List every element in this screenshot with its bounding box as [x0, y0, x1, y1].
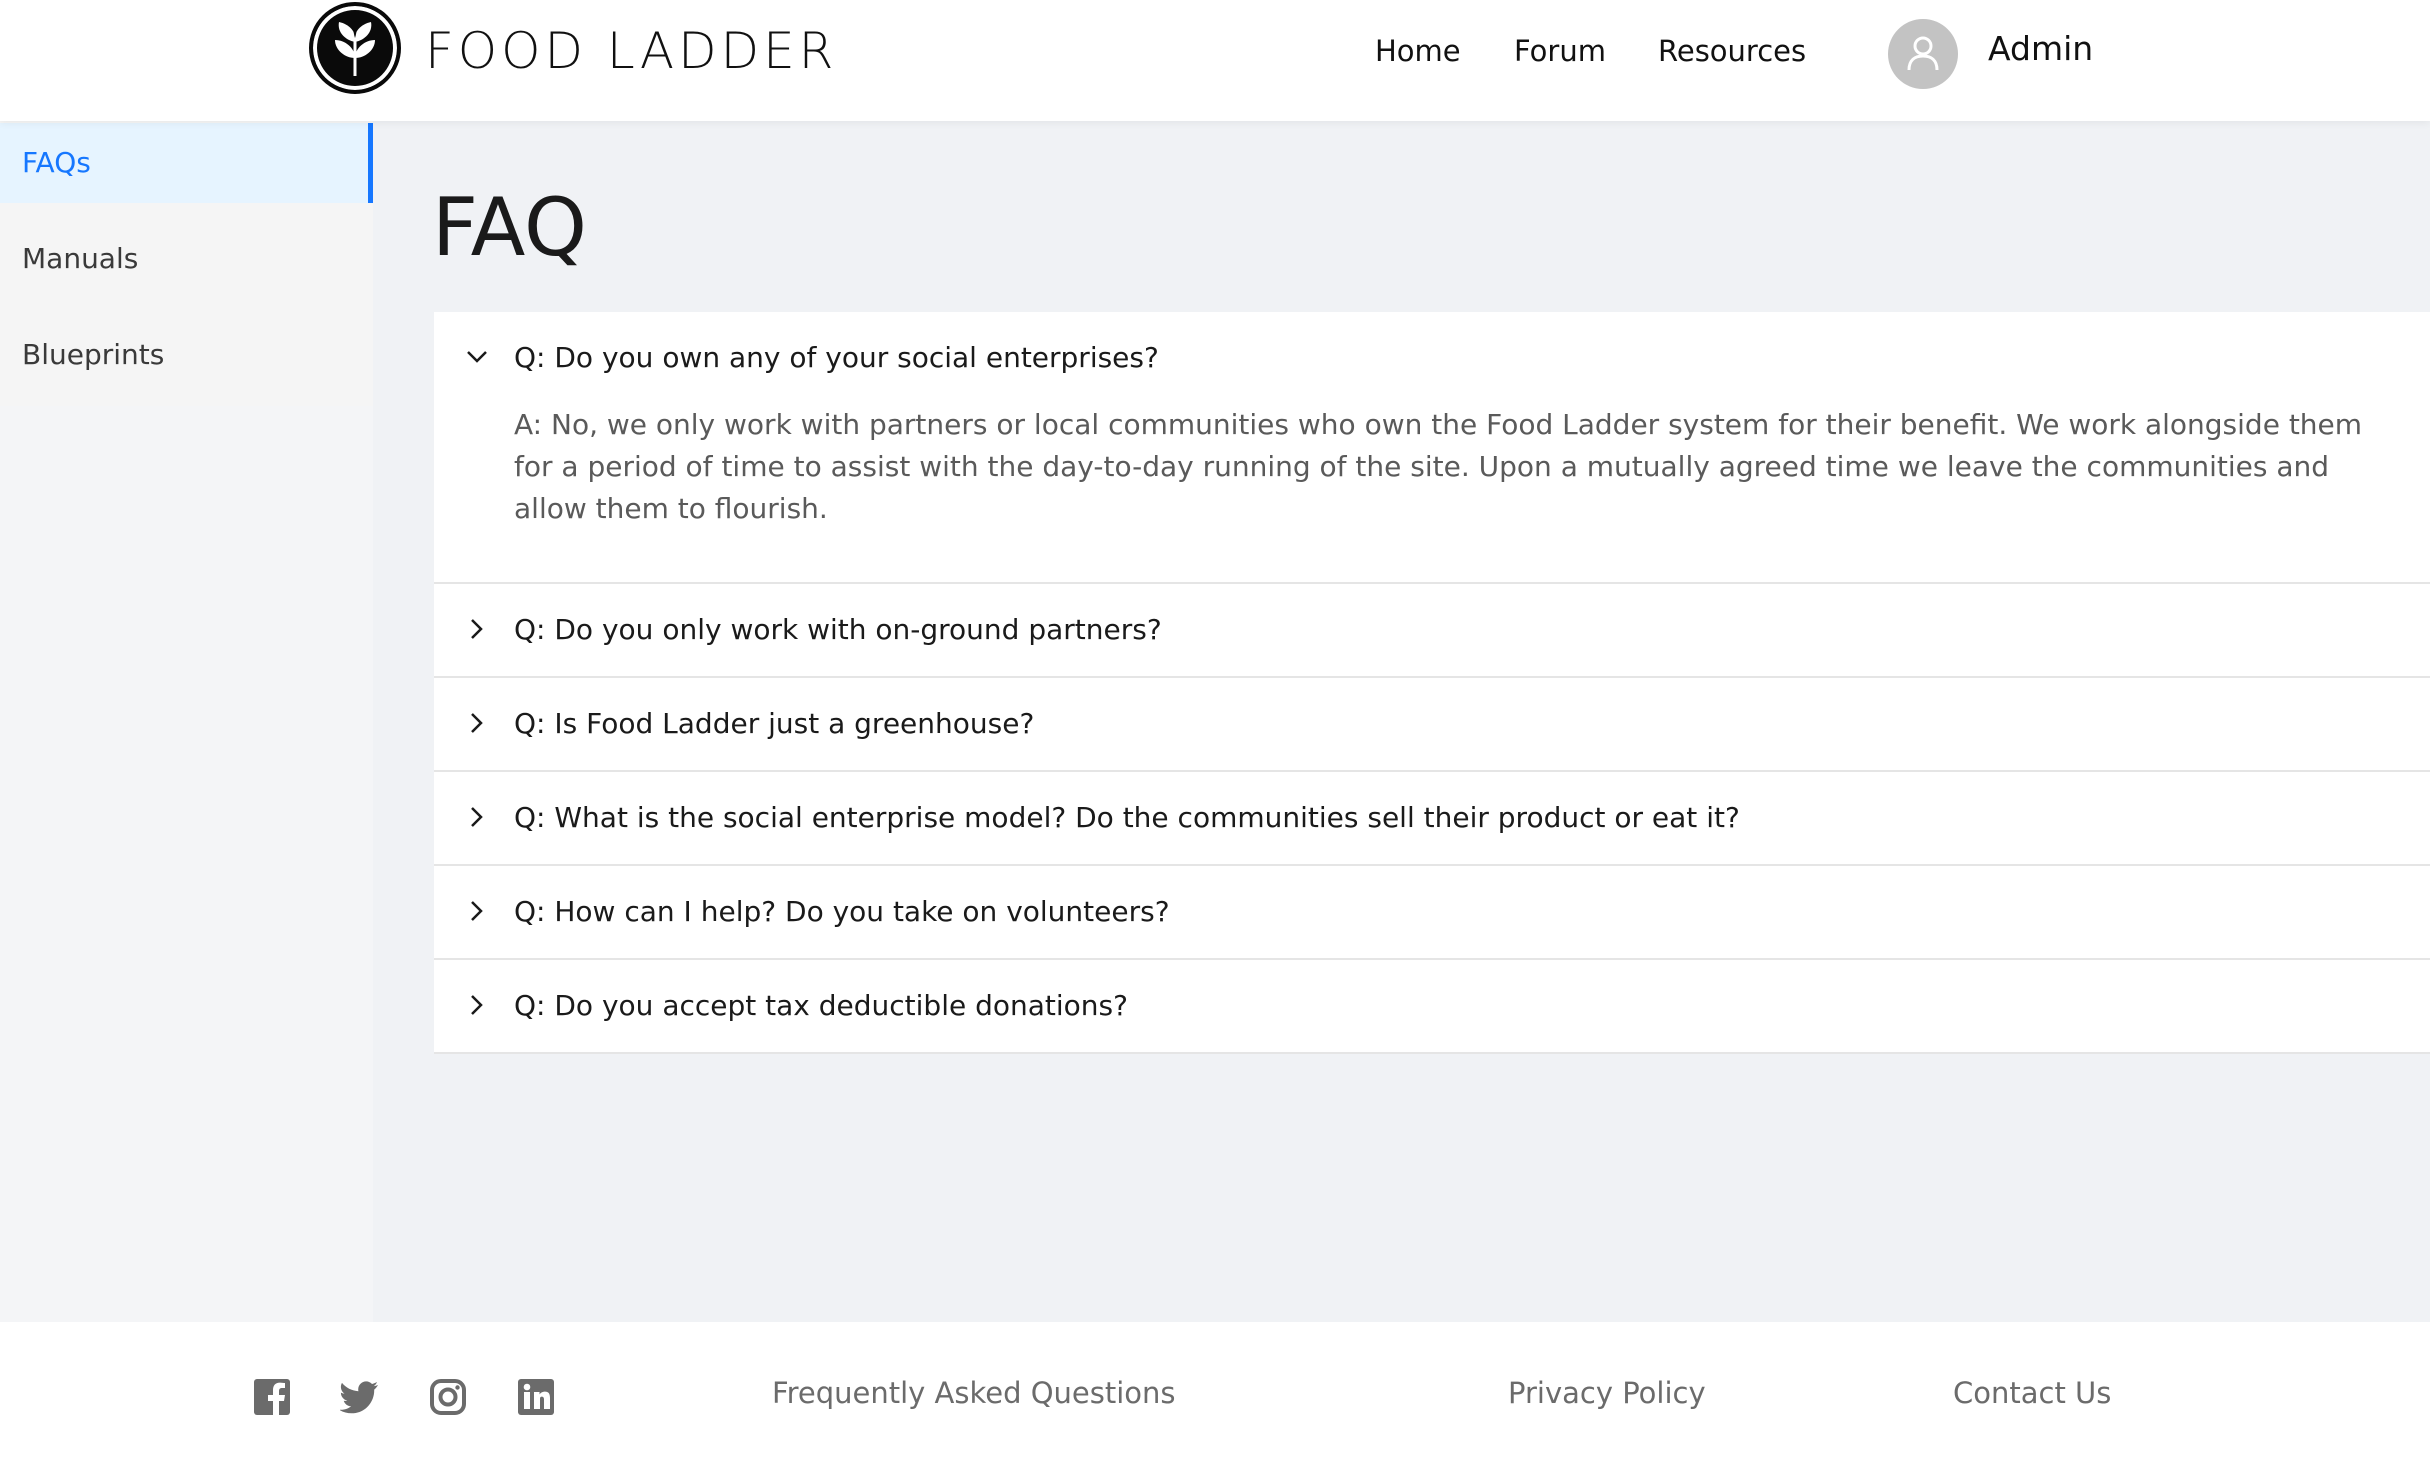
user-avatar-icon[interactable] — [1888, 19, 1958, 89]
footer-link-faq[interactable]: Frequently Asked Questions — [772, 1370, 1176, 1416]
footer: Frequently Asked Questions Privacy Polic… — [0, 1322, 2430, 1470]
twitter-icon[interactable] — [340, 1377, 380, 1417]
footer-link-privacy-policy[interactable]: Privacy Policy — [1508, 1370, 1706, 1416]
sidebar: FAQs Manuals Blueprints — [0, 121, 373, 1322]
chevron-right-icon — [471, 995, 483, 1015]
faq-item: Q: Is Food Ladder just a greenhouse? — [434, 678, 2430, 772]
faq-accordion: Q: Do you own any of your social enterpr… — [434, 312, 2430, 1054]
faq-question: Q: Do you accept tax deductible donation… — [514, 989, 1128, 1022]
faq-answer: A: No, we only work with partners or loc… — [514, 408, 2363, 525]
sidebar-item-blueprints[interactable]: Blueprints — [0, 315, 373, 395]
faq-item: Q: How can I help? Do you take on volunt… — [434, 866, 2430, 960]
sidebar-item-manuals[interactable]: Manuals — [0, 219, 373, 299]
instagram-icon[interactable] — [428, 1377, 468, 1417]
chevron-down-icon — [467, 351, 487, 363]
sidebar-item-faqs[interactable]: FAQs — [0, 123, 373, 203]
food-ladder-logo-icon[interactable] — [309, 2, 401, 94]
facebook-icon[interactable] — [252, 1377, 292, 1417]
top-header: FOOD LADDER Home Forum Resources Admin — [0, 0, 2430, 121]
linkedin-icon[interactable] — [516, 1377, 556, 1417]
faq-item: Q: Do you only work with on-ground partn… — [434, 584, 2430, 678]
faq-item: Q: Do you own any of your social enterpr… — [434, 312, 2430, 584]
chevron-right-icon — [471, 619, 483, 639]
logo-text[interactable]: FOOD LADDER — [425, 16, 837, 86]
nav-home-link[interactable]: Home — [1375, 28, 1461, 74]
faq-question: Q: What is the social enterprise model? … — [514, 801, 1740, 834]
sidebar-menu: FAQs Manuals Blueprints — [0, 121, 373, 406]
user-name[interactable]: Admin — [1988, 26, 2093, 72]
nav-forum-link[interactable]: Forum — [1514, 28, 1606, 74]
faq-question: Q: Do you own any of your social enterpr… — [514, 341, 1159, 374]
footer-link-contact-us[interactable]: Contact Us — [1953, 1370, 2111, 1416]
chevron-right-icon — [471, 713, 483, 733]
faq-question: Q: How can I help? Do you take on volunt… — [514, 895, 1170, 928]
faq-item: Q: Do you accept tax deductible donation… — [434, 960, 2430, 1054]
page-title: FAQ — [432, 181, 587, 274]
faq-question-header[interactable]: Q: Is Food Ladder just a greenhouse? — [434, 678, 2430, 770]
faq-question: Q: Do you only work with on-ground partn… — [514, 613, 1162, 646]
faq-question-header[interactable]: Q: Do you accept tax deductible donation… — [434, 960, 2430, 1052]
chevron-right-icon — [471, 807, 483, 827]
faq-question: Q: Is Food Ladder just a greenhouse? — [514, 707, 1035, 740]
nav-resources-link[interactable]: Resources — [1658, 28, 1806, 74]
faq-question-header[interactable]: Q: Do you only work with on-ground partn… — [434, 584, 2430, 676]
faq-question-header[interactable]: Q: What is the social enterprise model? … — [434, 772, 2430, 864]
faq-question-header[interactable]: Q: How can I help? Do you take on volunt… — [434, 866, 2430, 958]
faq-item: Q: What is the social enterprise model? … — [434, 772, 2430, 866]
chevron-right-icon — [471, 901, 483, 921]
faq-question-header[interactable]: Q: Do you own any of your social enterpr… — [434, 312, 2430, 404]
